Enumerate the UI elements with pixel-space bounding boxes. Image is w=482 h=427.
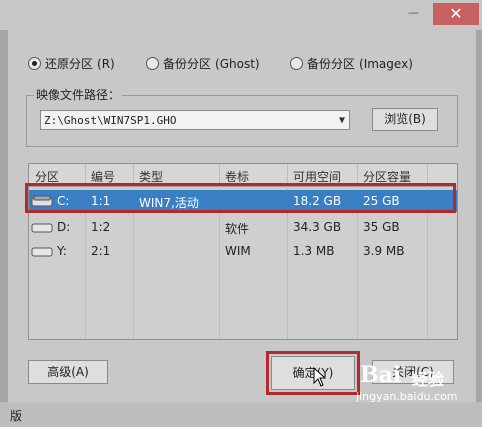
chevron-down-icon[interactable]: ▼ (339, 111, 345, 131)
backup-ghost-radio[interactable] (146, 57, 159, 70)
backup-ghost-option[interactable]: 备份分区 (Ghost) (146, 55, 260, 72)
cell-label: WIM (225, 244, 251, 258)
restore-radio[interactable] (28, 57, 41, 70)
drive-icon (31, 223, 53, 233)
image-path-label: 映像文件路径： (34, 86, 123, 103)
title-bar: — ✕ (0, 0, 482, 30)
cell-number: 2:1 (91, 244, 111, 258)
status-text: 版 (10, 409, 23, 423)
cell-drive: Y: (57, 244, 67, 258)
browse-button[interactable]: 浏览(B) (372, 108, 438, 131)
backup-imagex-option[interactable]: 备份分区 (Imagex) (290, 55, 413, 72)
backup-imagex-label: 备份分区 (307, 57, 356, 71)
baidu-logo: Bai (360, 362, 402, 388)
cell-free: 1.3 MB (293, 244, 335, 258)
backup-ghost-shortcut: Ghost (219, 56, 255, 71)
backup-imagex-radio[interactable] (290, 57, 303, 70)
table-row[interactable]: D: 1:2 软件 34.3 GB 35 GB (29, 216, 457, 238)
cell-size: 3.9 MB (363, 244, 405, 258)
restore-shortcut: R (101, 56, 111, 71)
backup-ghost-label: 备份分区 (163, 57, 212, 71)
close-window-button[interactable]: ✕ (433, 3, 479, 25)
cell-number: 1:2 (91, 220, 111, 234)
baidu-watermark: Bai 经验 jingyan.baidu.com (340, 362, 480, 422)
restore-partition-option[interactable]: 还原分区 (R) (28, 55, 115, 72)
minimize-button[interactable]: — (408, 6, 422, 19)
image-path-value: Z:\Ghost\WIN7SP1.GHO (44, 114, 177, 127)
selected-row-highlight (25, 183, 456, 213)
drive-icon (31, 247, 53, 257)
cell-size: 35 GB (363, 220, 400, 234)
advanced-button[interactable]: 高级(A) (28, 360, 108, 384)
cell-free: 34.3 GB (293, 220, 342, 234)
mouse-cursor-icon (313, 367, 327, 387)
watermark-text: 经验 (412, 370, 445, 389)
cell-label: 软件 (225, 222, 250, 236)
table-row[interactable]: Y: 2:1 WIM 1.3 MB 3.9 MB (29, 240, 457, 262)
watermark-url: jingyan.baidu.com (356, 390, 458, 403)
backup-imagex-shortcut: Imagex (363, 56, 409, 71)
restore-label: 还原分区 (45, 57, 94, 71)
cell-drive: D: (57, 220, 71, 234)
image-path-select[interactable]: Z:\Ghost\WIN7SP1.GHO ▼ (40, 110, 350, 130)
